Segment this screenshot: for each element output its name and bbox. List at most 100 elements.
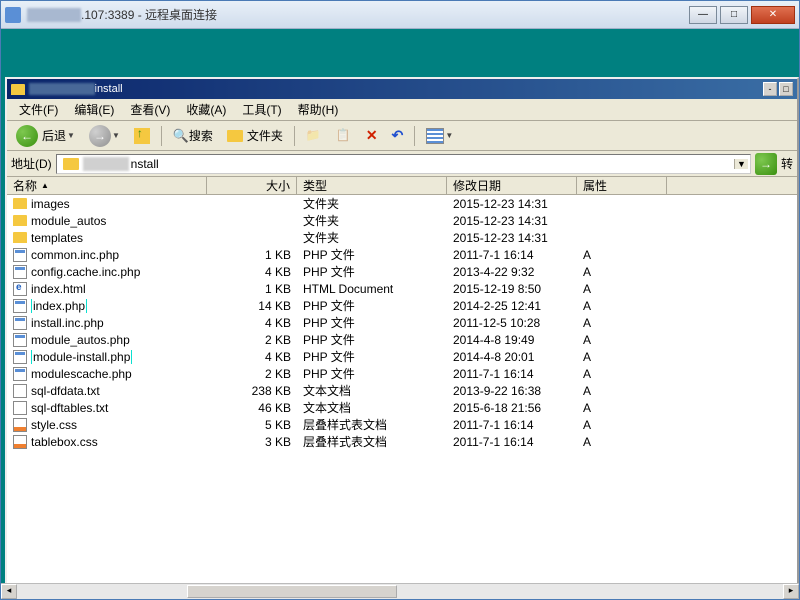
file-type: PHP 文件 bbox=[297, 314, 447, 331]
scroll-track[interactable] bbox=[17, 584, 783, 599]
file-name: tablebox.css bbox=[31, 435, 98, 449]
folders-button[interactable]: 文件夹 bbox=[222, 124, 288, 147]
file-type: PHP 文件 bbox=[297, 365, 447, 382]
menu-file[interactable]: 文件(F) bbox=[11, 99, 66, 120]
col-header-type[interactable]: 类型 bbox=[297, 177, 447, 194]
file-date: 2015-12-23 14:31 bbox=[447, 197, 577, 211]
file-date: 2015-12-23 14:31 bbox=[447, 231, 577, 245]
minimize-button[interactable]: — bbox=[689, 6, 717, 24]
file-row[interactable]: templates文件夹2015-12-23 14:31 bbox=[7, 229, 797, 246]
search-label: 搜索 bbox=[189, 127, 213, 144]
scroll-right-button[interactable]: ▸ bbox=[783, 584, 799, 599]
maximize-button[interactable]: □ bbox=[720, 6, 748, 24]
file-size: 46 KB bbox=[207, 401, 297, 415]
explorer-titlebar[interactable]: x install - □ bbox=[7, 79, 797, 99]
col-header-name[interactable]: 名称▲ bbox=[7, 177, 207, 194]
file-row[interactable]: sql-dftables.txt46 KB文本文档2015-6-18 21:56… bbox=[7, 399, 797, 416]
file-name: images bbox=[31, 197, 70, 211]
menu-help[interactable]: 帮助(H) bbox=[290, 99, 347, 120]
file-row[interactable]: install.inc.php4 KBPHP 文件2011-12-5 10:28… bbox=[7, 314, 797, 331]
file-name: index.html bbox=[31, 282, 86, 296]
rdp-titlebar[interactable]: xxx.107:3389 - 远程桌面连接 — □ ✕ bbox=[1, 1, 799, 29]
file-attr: A bbox=[577, 248, 667, 262]
path-obscured: x bbox=[29, 83, 95, 95]
move-to-button[interactable]: 📁 bbox=[301, 125, 327, 147]
file-row[interactable]: images文件夹2015-12-23 14:31 bbox=[7, 195, 797, 212]
file-attr: A bbox=[577, 401, 667, 415]
file-size: 238 KB bbox=[207, 384, 297, 398]
scroll-left-button[interactable]: ◂ bbox=[1, 584, 17, 599]
back-button[interactable]: ← 后退 ▼ bbox=[11, 122, 80, 150]
col-header-date[interactable]: 修改日期 bbox=[447, 177, 577, 194]
address-dropdown-button[interactable]: ▼ bbox=[734, 159, 748, 169]
horizontal-scrollbar: ◂ ▸ bbox=[1, 583, 799, 599]
file-list[interactable]: images文件夹2015-12-23 14:31module_autos文件夹… bbox=[7, 195, 797, 593]
column-headers: 名称▲ 大小 类型 修改日期 属性 bbox=[7, 177, 797, 195]
chevron-down-icon: ▼ bbox=[112, 131, 120, 140]
copy-to-button[interactable]: 📋 bbox=[331, 125, 357, 147]
file-row[interactable]: module-install.php4 KBPHP 文件2014-4-8 20:… bbox=[7, 348, 797, 365]
file-row[interactable]: common.inc.php1 KBPHP 文件2011-7-1 16:14A bbox=[7, 246, 797, 263]
forward-button[interactable]: → ▼ bbox=[84, 122, 125, 150]
undo-icon: ↶ bbox=[392, 127, 404, 144]
remote-desktop-area: x install - □ 文件(F) 编辑(E) 查看(V) 收藏(A) 工具… bbox=[1, 29, 799, 599]
delete-button[interactable]: ✕ bbox=[361, 124, 383, 147]
up-button[interactable] bbox=[129, 125, 155, 147]
file-row[interactable]: modulescache.php2 KBPHP 文件2011-7-1 16:14… bbox=[7, 365, 797, 382]
menu-view[interactable]: 查看(V) bbox=[122, 99, 178, 120]
file-row[interactable]: style.css5 KB层叠样式表文档2011-7-1 16:14A bbox=[7, 416, 797, 433]
file-type: 层叠样式表文档 bbox=[297, 433, 447, 450]
scroll-thumb[interactable] bbox=[187, 585, 397, 598]
close-button[interactable]: ✕ bbox=[751, 6, 795, 24]
undo-button[interactable]: ↶ bbox=[387, 124, 409, 147]
col-header-attr[interactable]: 属性 bbox=[577, 177, 667, 194]
menu-edit[interactable]: 编辑(E) bbox=[66, 99, 122, 120]
php-icon bbox=[13, 367, 27, 381]
file-row[interactable]: config.cache.inc.php4 KBPHP 文件2013-4-22 … bbox=[7, 263, 797, 280]
file-row[interactable]: tablebox.css3 KB层叠样式表文档2011-7-1 16:14A bbox=[7, 433, 797, 450]
go-button[interactable]: → bbox=[755, 153, 777, 175]
css-icon bbox=[13, 418, 27, 432]
file-attr: A bbox=[577, 299, 667, 313]
file-row[interactable]: index.php14 KBPHP 文件2014-2-25 12:41A bbox=[7, 297, 797, 314]
file-type: PHP 文件 bbox=[297, 348, 447, 365]
menu-favorites[interactable]: 收藏(A) bbox=[178, 99, 234, 120]
file-attr: A bbox=[577, 350, 667, 364]
exp-minimize-button[interactable]: - bbox=[763, 82, 777, 96]
col-header-size[interactable]: 大小 bbox=[207, 177, 297, 194]
txt-icon bbox=[13, 384, 27, 398]
search-button[interactable]: 搜索 bbox=[168, 124, 218, 147]
css-icon bbox=[13, 435, 27, 449]
menu-tools[interactable]: 工具(T) bbox=[234, 99, 289, 120]
file-row[interactable]: sql-dfdata.txt238 KB文本文档2013-9-22 16:38A bbox=[7, 382, 797, 399]
file-date: 2015-12-23 14:31 bbox=[447, 214, 577, 228]
html-icon bbox=[13, 282, 27, 296]
file-size: 14 KB bbox=[207, 299, 297, 313]
file-row[interactable]: index.html1 KBHTML Document2015-12-19 8:… bbox=[7, 280, 797, 297]
file-attr: A bbox=[577, 333, 667, 347]
back-arrow-icon: ← bbox=[16, 125, 38, 147]
address-input[interactable]: x nstall ▼ bbox=[56, 154, 751, 174]
file-date: 2014-4-8 20:01 bbox=[447, 350, 577, 364]
file-row[interactable]: module_autos文件夹2015-12-23 14:31 bbox=[7, 212, 797, 229]
file-date: 2014-4-8 19:49 bbox=[447, 333, 577, 347]
file-type: PHP 文件 bbox=[297, 297, 447, 314]
views-button[interactable]: ▼ bbox=[421, 125, 458, 147]
file-type: 文本文档 bbox=[297, 399, 447, 416]
file-size: 1 KB bbox=[207, 248, 297, 262]
file-attr: A bbox=[577, 316, 667, 330]
explorer-menubar: 文件(F) 编辑(E) 查看(V) 收藏(A) 工具(T) 帮助(H) bbox=[7, 99, 797, 121]
path-obscured: x bbox=[83, 157, 129, 171]
exp-maximize-button[interactable]: □ bbox=[779, 82, 793, 96]
sort-asc-icon: ▲ bbox=[41, 181, 49, 190]
file-row[interactable]: module_autos.php2 KBPHP 文件2014-4-8 19:49… bbox=[7, 331, 797, 348]
file-date: 2011-7-1 16:14 bbox=[447, 367, 577, 381]
file-attr: A bbox=[577, 282, 667, 296]
separator bbox=[294, 126, 295, 146]
file-type: 文本文档 bbox=[297, 382, 447, 399]
file-attr: A bbox=[577, 367, 667, 381]
file-size: 4 KB bbox=[207, 265, 297, 279]
delete-x-icon: ✕ bbox=[366, 127, 378, 144]
explorer-title: install bbox=[95, 83, 123, 95]
file-date: 2015-12-19 8:50 bbox=[447, 282, 577, 296]
